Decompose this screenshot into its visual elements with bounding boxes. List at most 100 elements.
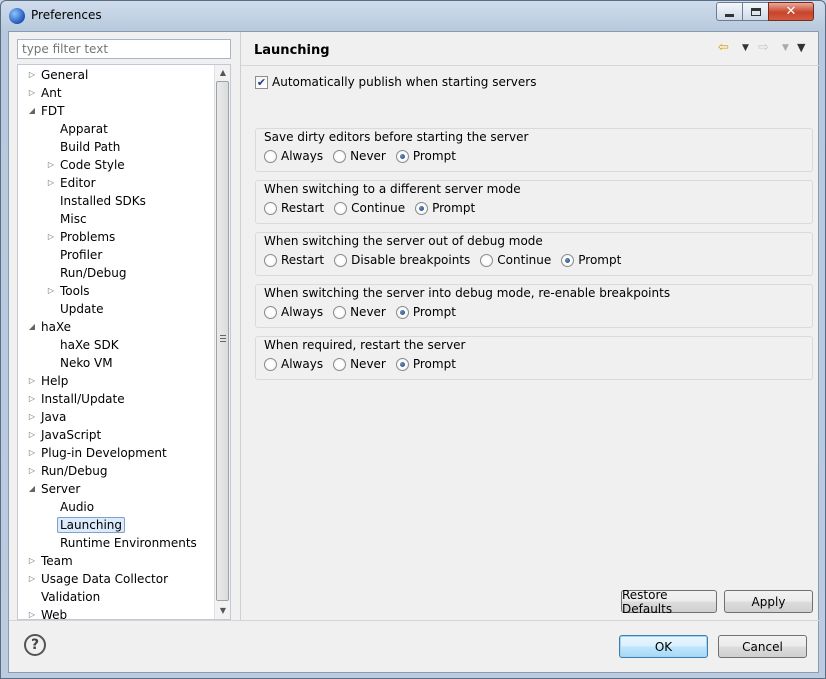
- expanded-arrow-icon[interactable]: ◢: [27, 318, 37, 336]
- tree-item[interactable]: Neko VM: [60, 354, 113, 372]
- collapsed-arrow-icon[interactable]: ▷: [46, 174, 56, 192]
- collapsed-arrow-icon[interactable]: ▷: [46, 156, 56, 174]
- radio-unselected-icon[interactable]: [333, 357, 347, 371]
- pane-divider[interactable]: [240, 32, 241, 620]
- radio-unselected-icon[interactable]: [333, 149, 347, 163]
- expanded-arrow-icon[interactable]: ◢: [27, 102, 37, 120]
- tree-item[interactable]: ▷ General: [29, 66, 88, 84]
- tree-item[interactable]: ▷ Code Style: [48, 156, 125, 174]
- tree-item[interactable]: haXe SDK: [60, 336, 119, 354]
- restore-defaults-button[interactable]: Restore Defaults: [621, 588, 717, 616]
- tree-item[interactable]: Run/Debug: [60, 264, 127, 282]
- radio-selected-icon[interactable]: [395, 357, 409, 371]
- tree-item[interactable]: ▷ Java: [29, 408, 66, 426]
- tree-item[interactable]: Validation: [41, 588, 100, 606]
- tree-item[interactable]: ▷ Team: [29, 552, 73, 570]
- tree-item[interactable]: Audio: [60, 498, 94, 516]
- title-bar[interactable]: Preferences ✕: [1, 1, 825, 31]
- tree-item[interactable]: ▷ Help: [29, 372, 68, 390]
- back-arrow-icon[interactable]: ⇦: [718, 40, 729, 56]
- scroll-thumb[interactable]: [216, 81, 229, 601]
- radio-unselected-icon[interactable]: [264, 305, 277, 319]
- expanded-arrow-icon[interactable]: ◢: [27, 480, 37, 498]
- radio-unselected-icon[interactable]: [334, 253, 348, 267]
- radio-unselected-icon[interactable]: [264, 201, 277, 215]
- back-dropdown-icon[interactable]: ▼: [742, 40, 749, 56]
- cancel-button[interactable]: Cancel: [718, 635, 807, 658]
- tree-item[interactable]: ◢ Server: [29, 480, 80, 498]
- radio-selected-icon[interactable]: [415, 201, 429, 215]
- radio-selected-icon[interactable]: [561, 253, 575, 267]
- collapsed-arrow-icon[interactable]: ▷: [27, 570, 37, 588]
- radio-option[interactable]: Never: [333, 357, 386, 371]
- radio-unselected-icon[interactable]: [264, 149, 277, 163]
- collapsed-arrow-icon[interactable]: ▷: [27, 408, 37, 426]
- view-menu-icon[interactable]: ▼: [797, 40, 805, 56]
- tree-item[interactable]: ▷ JavaScript: [29, 426, 101, 444]
- tree-scrollbar[interactable]: ▲ ▼: [214, 65, 230, 619]
- collapsed-arrow-icon[interactable]: ▷: [27, 372, 37, 390]
- filter-input[interactable]: [17, 39, 231, 59]
- radio-option[interactable]: Prompt: [395, 357, 456, 371]
- collapsed-arrow-icon[interactable]: ▷: [27, 444, 37, 462]
- tree-item[interactable]: Launching: [57, 516, 126, 534]
- tree-item[interactable]: Installed SDKs: [60, 192, 146, 210]
- tree-item[interactable]: Apparat: [60, 120, 108, 138]
- scroll-down-icon[interactable]: ▼: [215, 603, 230, 619]
- tree-item[interactable]: Profiler: [60, 246, 102, 264]
- radio-unselected-icon[interactable]: [480, 253, 494, 267]
- collapsed-arrow-icon[interactable]: ▷: [27, 390, 37, 408]
- tree-item[interactable]: ▷ Install/Update: [29, 390, 125, 408]
- radio-option[interactable]: Always: [264, 357, 323, 371]
- tree-item[interactable]: ▷ Editor: [48, 174, 96, 192]
- radio-unselected-icon[interactable]: [264, 357, 277, 371]
- radio-unselected-icon[interactable]: [264, 253, 277, 267]
- collapsed-arrow-icon[interactable]: ▷: [46, 282, 56, 300]
- auto-publish-checkbox[interactable]: ✔: [255, 75, 268, 89]
- collapsed-arrow-icon[interactable]: ▷: [27, 606, 37, 619]
- ok-button[interactable]: OK: [619, 635, 708, 658]
- tree-item[interactable]: ◢ haXe: [29, 318, 71, 336]
- radio-option[interactable]: Prompt: [395, 305, 456, 319]
- radio-option[interactable]: Restart: [264, 201, 324, 215]
- radio-option[interactable]: Never: [333, 149, 386, 163]
- tree-item[interactable]: ▷ Run/Debug: [29, 462, 108, 480]
- radio-option[interactable]: Prompt: [561, 253, 621, 267]
- preferences-tree[interactable]: ▲ ▼ ▷ General ▷ Ant ◢ FDT Apparat Build Path ▷ Co…: [17, 64, 231, 620]
- auto-publish-option[interactable]: ✔ Automatically publish when starting se…: [255, 74, 536, 90]
- minimize-button[interactable]: [716, 2, 743, 21]
- radio-unselected-icon[interactable]: [333, 305, 347, 319]
- tree-item[interactable]: Misc: [60, 210, 87, 228]
- radio-selected-icon[interactable]: [395, 305, 409, 319]
- tree-item[interactable]: ▷ Plug-in Development: [29, 444, 167, 462]
- radio-option[interactable]: Continue: [334, 201, 405, 215]
- tree-item[interactable]: Update: [60, 300, 103, 318]
- tree-item[interactable]: ▷ Problems: [48, 228, 115, 246]
- radio-option[interactable]: Prompt: [415, 201, 475, 215]
- radio-option[interactable]: Always: [264, 305, 323, 319]
- collapsed-arrow-icon[interactable]: ▷: [27, 84, 37, 102]
- apply-button[interactable]: Apply: [724, 590, 813, 613]
- tree-item[interactable]: ▷ Web: [29, 606, 67, 619]
- close-button[interactable]: ✕: [768, 2, 814, 21]
- collapsed-arrow-icon[interactable]: ▷: [27, 552, 37, 570]
- radio-option[interactable]: Never: [333, 305, 386, 319]
- radio-option[interactable]: Restart: [264, 253, 324, 267]
- radio-option[interactable]: Prompt: [395, 149, 456, 163]
- collapsed-arrow-icon[interactable]: ▷: [27, 426, 37, 444]
- radio-option[interactable]: Disable breakpoints: [334, 253, 470, 267]
- collapsed-arrow-icon[interactable]: ▷: [46, 228, 56, 246]
- radio-selected-icon[interactable]: [395, 149, 409, 163]
- tree-item[interactable]: ◢ FDT: [29, 102, 65, 120]
- scroll-up-icon[interactable]: ▲: [215, 65, 230, 81]
- collapsed-arrow-icon[interactable]: ▷: [27, 66, 37, 84]
- tree-item[interactable]: ▷ Tools: [48, 282, 90, 300]
- radio-option[interactable]: Always: [264, 149, 323, 163]
- tree-item[interactable]: ▷ Usage Data Collector: [29, 570, 168, 588]
- radio-unselected-icon[interactable]: [334, 201, 348, 215]
- tree-item[interactable]: Build Path: [60, 138, 120, 156]
- maximize-button[interactable]: [742, 2, 769, 21]
- help-icon[interactable]: ?: [24, 634, 46, 656]
- tree-item[interactable]: ▷ Ant: [29, 84, 62, 102]
- tree-item[interactable]: Runtime Environments: [60, 534, 197, 552]
